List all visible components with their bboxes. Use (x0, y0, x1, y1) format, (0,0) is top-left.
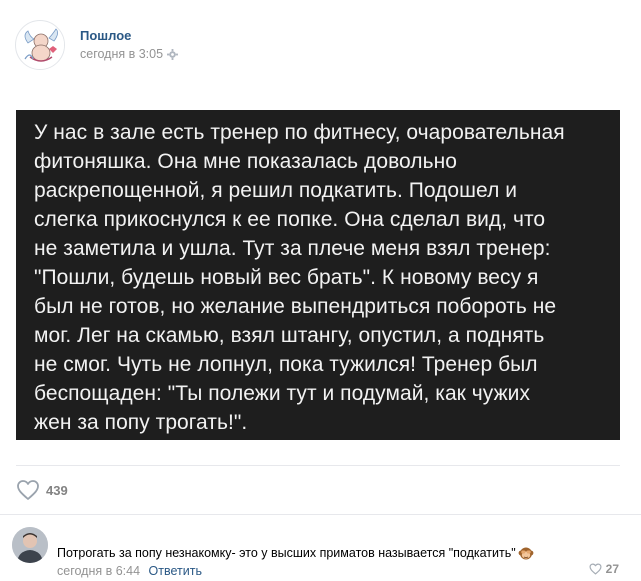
post-header: Пошлое сегодня в 3:05 (15, 20, 615, 70)
comment: Потрогать за попу незнакомку- это у высш… (0, 515, 641, 581)
like-count: 439 (46, 482, 68, 498)
user-avatar-icon (12, 527, 48, 563)
post-time: сегодня в 3:05 (80, 47, 179, 61)
comment-like-button[interactable]: 27 (589, 562, 619, 576)
gear-icon[interactable] (167, 48, 179, 60)
reply-button[interactable]: Ответить (149, 564, 202, 578)
divider (16, 465, 620, 466)
comment-time: сегодня в 6:44 (57, 564, 141, 578)
avatar[interactable] (12, 527, 48, 563)
like-button[interactable]: 439 (16, 476, 68, 504)
comment-meta: сегодня в 6:44 Ответить (57, 564, 202, 578)
post-time-text: сегодня в 3:05 (80, 47, 164, 61)
post-text: У нас в зале есть тренер по фитнесу, оча… (34, 121, 565, 434)
heart-outline-icon (17, 480, 39, 500)
cupid-logo-icon (17, 22, 64, 69)
comment-text: Потрогать за попу незнакомку- это у высш… (57, 545, 534, 561)
post-text-block: У нас в зале есть тренер по фитнесу, оча… (16, 110, 620, 440)
heart-outline-icon (589, 563, 602, 575)
monkey-emoji-icon (518, 547, 534, 560)
group-avatar[interactable] (15, 20, 65, 70)
comment-text-content: Потрогать за попу незнакомку- это у высш… (57, 546, 516, 560)
comment-like-count: 27 (605, 562, 619, 576)
group-name[interactable]: Пошлое (80, 28, 131, 43)
